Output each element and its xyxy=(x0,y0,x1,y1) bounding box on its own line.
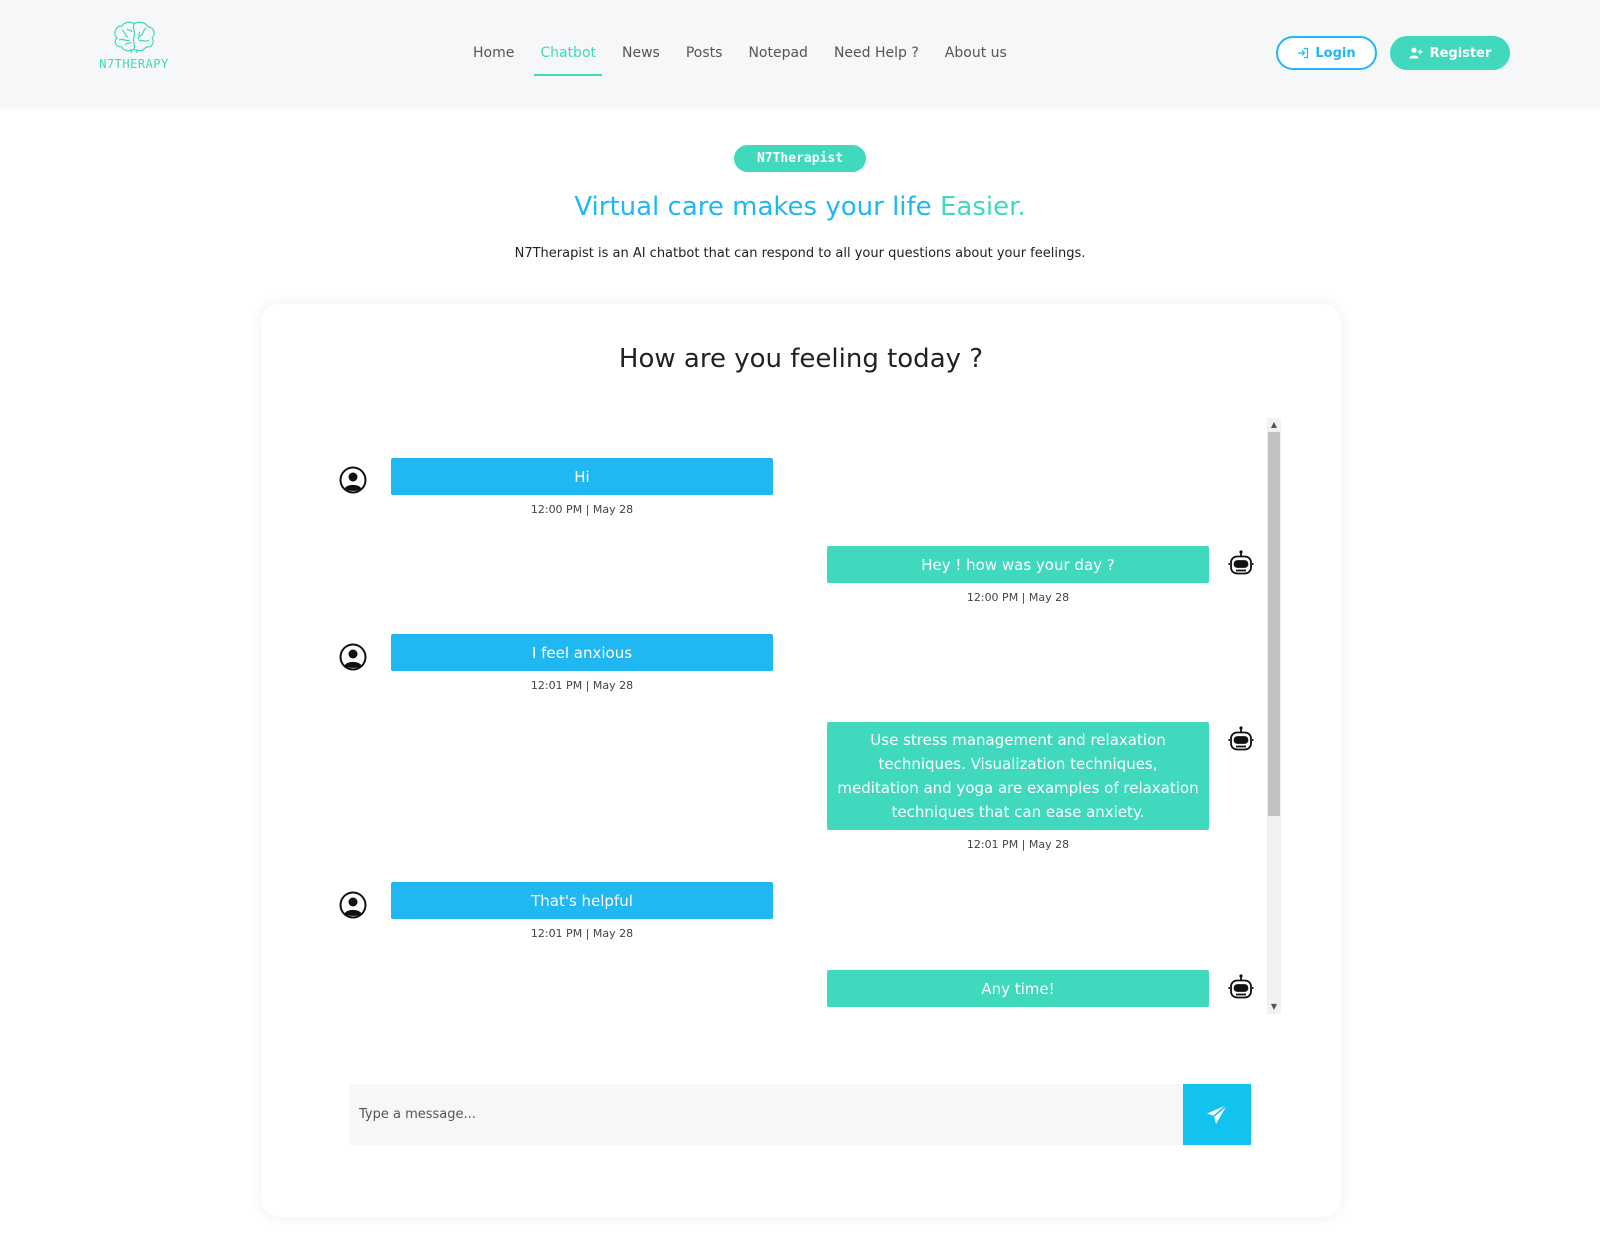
send-button[interactable] xyxy=(1183,1084,1251,1145)
bot-message-bubble: Any time! xyxy=(827,970,1209,1007)
chat-card: How are you feeling today ? Hi 12:00 PM … xyxy=(261,304,1341,1217)
nav-posts[interactable]: Posts xyxy=(673,33,736,73)
nav-notepad[interactable]: Notepad xyxy=(735,33,821,73)
user-avatar-icon xyxy=(339,891,367,919)
scroll-thumb[interactable] xyxy=(1268,432,1280,816)
robot-avatar-icon xyxy=(1228,726,1254,751)
user-message-bubble: That's helpful xyxy=(391,882,773,919)
scroll-down-arrow-icon[interactable]: ▼ xyxy=(1267,1000,1281,1014)
user-avatar-icon xyxy=(339,466,367,494)
message-time: 12:00 PM | May 28 xyxy=(966,591,1070,604)
user-plus-icon xyxy=(1409,47,1423,59)
main-nav: Home Chatbot News Posts Notepad Need Hel… xyxy=(460,0,1020,106)
register-button[interactable]: Register xyxy=(1390,36,1510,70)
robot-avatar-icon xyxy=(1228,550,1254,575)
hero-title-main: Virtual care makes your life xyxy=(574,192,940,222)
message-time: 12:01 PM | May 28 xyxy=(530,679,634,692)
bot-message-bubble: Use stress management and relaxation tec… xyxy=(827,722,1209,830)
nav-chatbot[interactable]: Chatbot xyxy=(527,33,609,76)
message-input[interactable] xyxy=(349,1084,1183,1145)
nav-news[interactable]: News xyxy=(609,33,673,73)
hero-subtitle: N7Therapist is an AI chatbot that can re… xyxy=(514,246,1086,261)
chat-messages[interactable]: Hi 12:00 PM | May 28 Hey ! how was your … xyxy=(331,418,1269,1014)
message-composer xyxy=(349,1084,1251,1145)
login-button[interactable]: Login xyxy=(1276,36,1377,70)
chat-scrollbar[interactable]: ▲ ▼ xyxy=(1267,418,1281,1014)
message-time: 12:01 PM | May 28 xyxy=(966,838,1070,851)
login-label: Login xyxy=(1315,45,1356,61)
sign-in-icon xyxy=(1298,47,1309,59)
message-time: 12:00 PM | May 28 xyxy=(530,503,634,516)
product-badge: N7Therapist xyxy=(734,145,866,172)
bot-message-bubble: Hey ! how was your day ? xyxy=(827,546,1209,583)
brand-name: N7THERAPY xyxy=(99,57,169,71)
register-label: Register xyxy=(1429,45,1492,61)
hero-title-accent: Easier. xyxy=(939,192,1026,222)
nav-need-help[interactable]: Need Help ? xyxy=(821,33,932,73)
user-message-bubble: I feel anxious xyxy=(391,634,773,671)
top-navbar: N7THERAPY Home Chatbot News Posts Notepa… xyxy=(0,0,1600,106)
paper-plane-icon xyxy=(1207,1103,1228,1124)
robot-avatar-icon xyxy=(1228,974,1254,999)
brand-logo[interactable]: N7THERAPY xyxy=(98,20,170,78)
hero-title: Virtual care makes your life Easier. xyxy=(0,192,1600,222)
user-avatar-icon xyxy=(339,643,367,671)
nav-about-us[interactable]: About us xyxy=(932,33,1020,73)
user-message-bubble: Hi xyxy=(391,458,773,495)
nav-home[interactable]: Home xyxy=(460,33,527,73)
chat-heading: How are you feeling today ? xyxy=(618,344,984,374)
scroll-up-arrow-icon[interactable]: ▲ xyxy=(1267,418,1281,432)
message-time: 12:01 PM | May 28 xyxy=(530,927,634,940)
brain-icon xyxy=(114,21,155,53)
